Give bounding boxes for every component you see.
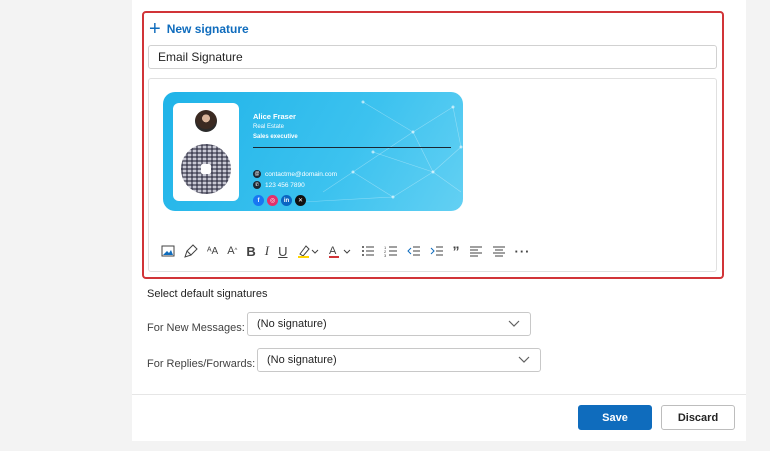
signature-card: Alice Fraser Real Estate Sales executive…: [163, 92, 463, 211]
bold-icon[interactable]: B: [246, 242, 255, 260]
discard-button[interactable]: Discard: [661, 405, 735, 430]
signature-editor[interactable]: Alice Fraser Real Estate Sales executive…: [148, 78, 717, 272]
default-signatures-title: Select default signatures: [147, 288, 268, 300]
align-left-icon[interactable]: [469, 242, 483, 260]
replies-value: (No signature): [267, 354, 337, 366]
replies-select[interactable]: (No signature): [257, 348, 541, 372]
card-name: Alice Fraser: [253, 112, 296, 121]
card-divider: [253, 147, 451, 148]
facebook-icon: f: [253, 195, 264, 206]
save-button[interactable]: Save: [578, 405, 652, 430]
card-socials: f ◎ in ✕: [253, 195, 306, 206]
avatar: [195, 110, 217, 132]
linkedin-icon: in: [281, 195, 292, 206]
more-options-icon[interactable]: ···: [515, 242, 531, 260]
card-company: Real Estate: [253, 124, 285, 130]
qr-code: [181, 144, 231, 194]
numbering-icon[interactable]: 123: [384, 242, 398, 260]
card-email-row: @ contactme@domain.com: [253, 170, 337, 178]
font-color-icon[interactable]: A: [328, 242, 352, 260]
bullets-icon[interactable]: [361, 242, 375, 260]
chevron-down-icon: [508, 320, 520, 327]
format-painter-icon[interactable]: [184, 242, 198, 260]
x-icon: ✕: [295, 195, 306, 206]
underline-icon[interactable]: U: [278, 242, 287, 260]
new-signature-button[interactable]: + New signature: [149, 19, 249, 39]
formatting-toolbar: ᴬA A ^ B I U A 123 ” ···: [161, 242, 706, 260]
decrease-indent-icon[interactable]: [406, 242, 421, 260]
plus-icon: +: [149, 18, 161, 40]
new-messages-select[interactable]: (No signature): [247, 312, 531, 336]
insert-image-icon[interactable]: [161, 242, 175, 260]
card-phone-row: ✆ 123 456 7890: [253, 181, 305, 189]
card-left-panel: [173, 103, 239, 201]
email-icon: @: [253, 170, 261, 178]
card-email: contactme@domain.com: [265, 170, 337, 178]
svg-text:A: A: [329, 245, 337, 257]
card-phone: 123 456 7890: [265, 181, 305, 189]
highlight-icon[interactable]: [297, 242, 319, 260]
instagram-icon: ◎: [267, 195, 278, 206]
footer-divider: [132, 394, 746, 395]
new-messages-value: (No signature): [257, 318, 327, 330]
increase-indent-icon[interactable]: [430, 242, 444, 260]
quote-icon[interactable]: ”: [453, 242, 460, 260]
align-center-icon[interactable]: [492, 242, 506, 260]
phone-icon: ✆: [253, 181, 261, 189]
new-signature-label: New signature: [166, 22, 249, 36]
italic-icon[interactable]: I: [265, 242, 269, 260]
replies-label: For Replies/Forwards:: [147, 358, 256, 370]
new-messages-label: For New Messages:: [147, 322, 245, 334]
card-title: Sales executive: [253, 134, 298, 140]
svg-text:3: 3: [384, 253, 387, 257]
increase-font-icon[interactable]: A ^: [227, 242, 237, 260]
font-size-icon[interactable]: ᴬA: [207, 242, 218, 260]
signature-name-input[interactable]: [148, 45, 717, 69]
chevron-down-icon: [518, 356, 530, 363]
